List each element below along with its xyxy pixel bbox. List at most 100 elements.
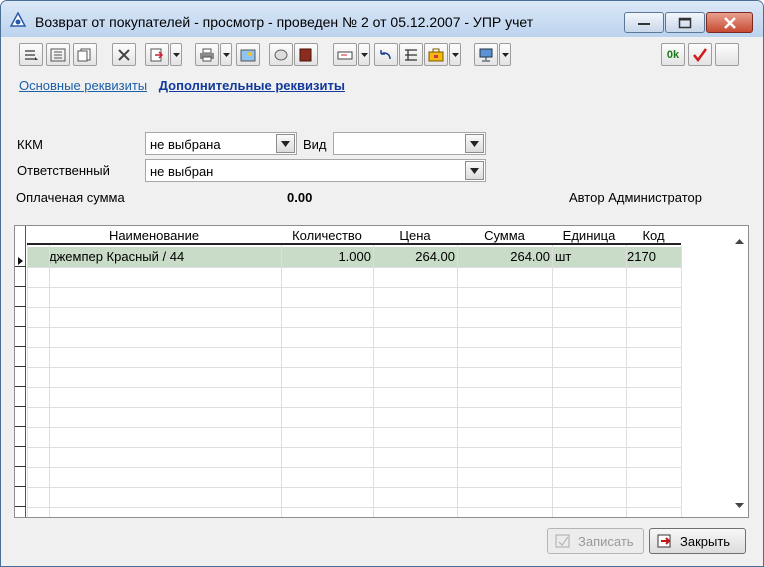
row-divider (27, 367, 681, 368)
kkm-dropdown-button[interactable] (276, 134, 295, 153)
actions-menu-button[interactable] (19, 43, 43, 66)
row-header-cell (15, 307, 26, 327)
row-divider (27, 387, 681, 388)
row-divider (27, 407, 681, 408)
goods-table[interactable]: Наименование Количество Цена Сумма Едини… (14, 225, 749, 518)
chevron-down-icon (172, 52, 180, 57)
post-button[interactable] (688, 43, 712, 66)
vid-dropdown-button[interactable] (465, 134, 484, 153)
reports-dropdown[interactable] (449, 43, 461, 66)
copy-button[interactable] (73, 43, 97, 66)
print-dropdown[interactable] (220, 43, 232, 66)
row-divider (27, 327, 681, 328)
chevron-down-icon (222, 52, 230, 57)
row-divider (27, 487, 681, 488)
delete-button[interactable] (112, 43, 136, 66)
column-divider (27, 245, 28, 517)
reports-button[interactable] (424, 43, 448, 66)
column-divider (457, 245, 458, 517)
tag-button[interactable] (333, 43, 357, 66)
cell-name[interactable]: джемпер Красный / 44 (49, 247, 184, 267)
kkm-value: не выбрана (150, 137, 221, 152)
tab-additional[interactable]: Дополнительные реквизиты (159, 78, 345, 93)
close-window-button[interactable] (706, 12, 753, 33)
network-dropdown[interactable] (499, 43, 511, 66)
row-header-cell (15, 387, 26, 407)
print-button[interactable] (195, 43, 219, 66)
undo-button[interactable] (374, 43, 398, 66)
minimize-button[interactable] (624, 12, 664, 33)
kkm-select[interactable]: не выбрана (145, 132, 297, 155)
column-header-unit[interactable]: Единица (552, 226, 626, 245)
responsible-select[interactable]: не выбран (145, 159, 486, 182)
responsible-dropdown-button[interactable] (465, 161, 484, 180)
row-divider (27, 427, 681, 428)
ok-button[interactable]: 0k (661, 43, 685, 66)
vertical-scrollbar[interactable] (731, 226, 748, 517)
title-bar: Возврат от покупателей - просмотр - пров… (1, 1, 763, 37)
row-header-cell (15, 327, 26, 347)
tab-main[interactable]: Основные реквизиты (19, 78, 147, 93)
window-title: Возврат от покупателей - просмотр - пров… (35, 14, 534, 30)
column-header-code[interactable]: Код (626, 226, 681, 245)
row-header-cell (15, 267, 26, 287)
checkmark-icon (693, 47, 708, 62)
cell-qty[interactable]: 1.000 (281, 247, 373, 267)
column-divider (626, 245, 627, 517)
unpost-button[interactable] (715, 43, 739, 66)
column-header-sum[interactable]: Сумма (457, 226, 552, 245)
app-logo-icon (9, 12, 27, 27)
app-window: Возврат от покупателей - просмотр - пров… (0, 0, 764, 567)
chevron-down-icon (360, 52, 368, 57)
coins-icon (274, 49, 288, 60)
chevron-down-icon (470, 140, 479, 147)
movements-button[interactable] (294, 43, 318, 66)
scroll-up-icon[interactable] (735, 232, 744, 247)
save-button[interactable]: Записать (547, 528, 644, 554)
row-header-cell (15, 427, 26, 447)
paid-value: 0.00 (287, 190, 313, 205)
close-icon (707, 13, 752, 32)
chevron-down-icon (451, 52, 459, 57)
row-header-cell (15, 407, 26, 427)
history-button[interactable] (269, 43, 293, 66)
network-button[interactable] (474, 43, 498, 66)
column-header-name[interactable]: Наименование (27, 226, 281, 245)
based-on-button[interactable] (145, 43, 169, 66)
column-divider (552, 245, 553, 517)
maximize-icon (666, 13, 704, 32)
cell-unit[interactable]: шт (555, 247, 571, 267)
scroll-down-icon[interactable] (735, 496, 744, 511)
tab-bar: Основные реквизиты Дополнительные реквиз… (19, 78, 353, 93)
cell-price[interactable]: 264.00 (373, 247, 457, 267)
subordinate-button[interactable] (399, 43, 423, 66)
form-body: 0k Основные реквизиты Дополнительные рек… (7, 37, 757, 561)
row-header-cell (15, 367, 26, 387)
document-list-button[interactable] (46, 43, 70, 66)
kkm-label: ККМ (17, 137, 43, 152)
save-icon (555, 534, 570, 548)
based-on-dropdown[interactable] (170, 43, 182, 66)
scissors-icon (118, 48, 130, 61)
book-icon (299, 48, 312, 61)
row-header-cell (15, 447, 26, 467)
ok-label: 0k (666, 48, 680, 61)
maximize-button[interactable] (665, 12, 705, 33)
row-header-cell (15, 347, 26, 367)
vid-select[interactable] (333, 132, 486, 155)
column-header-price[interactable]: Цена (373, 226, 457, 245)
printer-icon (200, 48, 214, 61)
row-divider (27, 447, 681, 448)
cell-code[interactable]: 2170 (627, 247, 656, 267)
cell-sum[interactable]: 264.00 (457, 247, 552, 267)
exit-icon (657, 534, 671, 548)
close-button[interactable]: Закрыть (649, 528, 746, 554)
close-button-label: Закрыть (680, 533, 731, 549)
save-button-label: Записать (578, 533, 634, 549)
column-divider (373, 245, 374, 517)
tag-dropdown[interactable] (358, 43, 370, 66)
row-header-cell (15, 467, 26, 487)
column-header-qty[interactable]: Количество (281, 226, 373, 245)
row-header-cell (15, 287, 26, 307)
structure-button[interactable] (236, 43, 260, 66)
